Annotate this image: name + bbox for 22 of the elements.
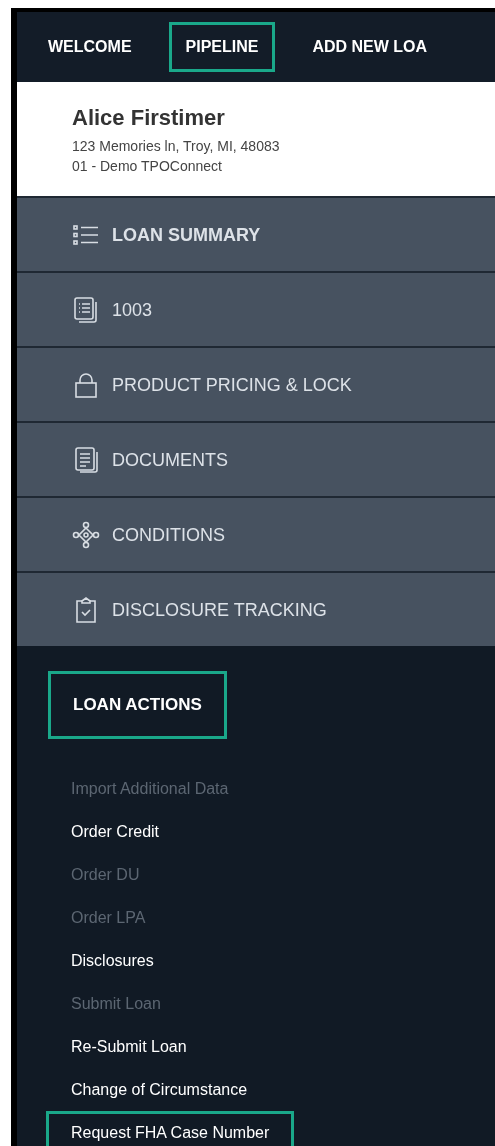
action-link[interactable]: Re-Submit Loan	[46, 1024, 212, 1068]
sidebar-menu-item[interactable]: PRODUCT PRICING & LOCK	[17, 346, 495, 421]
borrower-address: 123 Memories ln, Troy, MI, 48083	[72, 136, 281, 156]
form-icon	[72, 295, 100, 324]
action-link[interactable]: Disclosures	[46, 938, 179, 982]
document-icon	[72, 445, 100, 474]
network-icon	[72, 520, 100, 549]
nav-link[interactable]: PIPELINE	[168, 22, 276, 72]
lock-icon	[72, 370, 100, 399]
sidebar-menu-item[interactable]: CONDITIONS	[17, 496, 495, 571]
sidebar-menu-item[interactable]: DISCLOSURE TRACKING	[17, 571, 495, 646]
action-link[interactable]: Request FHA Case Number	[46, 1110, 295, 1146]
action-link[interactable]: Change of Circumstance	[46, 1067, 273, 1111]
action-link[interactable]: Order Credit	[46, 809, 185, 853]
sidebar-menu-item[interactable]: DOCUMENTS	[17, 421, 495, 496]
sidebar-menu-item[interactable]: LOAN SUMMARY	[17, 196, 495, 271]
borrower-name: Alice Firstimer	[72, 104, 226, 132]
section-title: LOAN ACTIONS	[48, 671, 227, 739]
sidebar-menu-item[interactable]: 1003	[17, 271, 495, 346]
company-name: 01 - Demo TPOConnect	[72, 156, 223, 176]
nav-link[interactable]: WELCOME	[31, 22, 149, 72]
nav-link[interactable]: ADD NEW LOA	[295, 22, 445, 72]
